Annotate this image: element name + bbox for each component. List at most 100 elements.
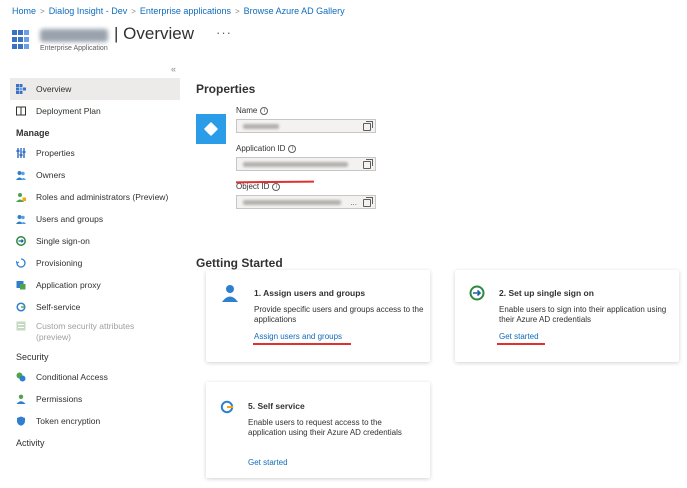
- sidebar-item-self-service[interactable]: Self-service: [10, 296, 180, 318]
- user-icon: [222, 284, 238, 307]
- application-id-field: Application ID i: [236, 144, 376, 171]
- sidebar-item-label: Single sign-on: [36, 236, 90, 246]
- breadcrumb-tenant[interactable]: Dialog Insight - Dev: [49, 6, 128, 16]
- sso-icon: [16, 236, 26, 246]
- sidebar-item-provisioning[interactable]: Provisioning: [10, 252, 180, 274]
- getting-started-heading: Getting Started: [196, 256, 283, 270]
- chevron-right-icon: >: [234, 6, 240, 16]
- copy-icon[interactable]: [363, 159, 373, 169]
- sidebar-item-single-sign-on[interactable]: Single sign-on: [10, 230, 180, 252]
- breadcrumb-home[interactable]: Home: [12, 6, 36, 16]
- collapse-sidebar-button[interactable]: «: [171, 64, 176, 74]
- card-self-service: 5. Self service Enable users to request …: [206, 382, 430, 478]
- sidebar-item-label: Provisioning: [36, 258, 83, 268]
- permissions-icon: [16, 394, 26, 404]
- self-service-icon: [16, 302, 26, 312]
- sidebar-item-label: Owners: [36, 170, 66, 180]
- annotation-underline: [497, 343, 545, 345]
- properties-icon: [16, 148, 26, 158]
- custom-attributes-icon: [16, 321, 26, 331]
- sidebar-item-label: Token encryption: [36, 416, 101, 426]
- sidebar-item-owners[interactable]: Owners: [10, 164, 180, 186]
- object-id-label: Object ID: [236, 182, 270, 191]
- card-title: 2. Set up single sign on: [499, 288, 594, 298]
- sidebar-item-token-encryption[interactable]: Token encryption: [10, 410, 180, 432]
- app-proxy-icon: [16, 280, 26, 290]
- chevron-right-icon: >: [40, 6, 45, 16]
- info-icon[interactable]: i: [288, 144, 297, 153]
- page-header: | Overview ··· Enterprise Application: [12, 24, 232, 52]
- sidebar-item-permissions[interactable]: Permissions: [10, 388, 180, 410]
- owners-icon: [16, 170, 26, 180]
- section-security: Security: [16, 352, 49, 362]
- enterprise-app-icon: [12, 30, 32, 50]
- redacted-value: [243, 124, 279, 129]
- card-description: Enable users to request access to the ap…: [248, 418, 402, 437]
- copy-icon[interactable]: [363, 197, 373, 207]
- sidebar-item-label: Self-service: [36, 302, 81, 312]
- more-options-button[interactable]: ···: [216, 25, 232, 40]
- sidebar-item-deployment-plan[interactable]: Deployment Plan: [10, 100, 180, 122]
- sidebar-item-sublabel: (preview): [36, 332, 71, 342]
- object-id-field: Object ID i ...: [236, 182, 376, 209]
- sso-get-started-link[interactable]: Get started: [499, 332, 539, 341]
- sidebar-item-properties[interactable]: Properties: [10, 142, 180, 164]
- card-title: 5. Self service: [248, 401, 305, 411]
- main-content: Properties Name i Application ID i Objec…: [196, 82, 676, 270]
- users-icon: [16, 214, 26, 224]
- name-value-box[interactable]: [236, 119, 376, 133]
- page-subtitle: Enterprise Application: [40, 45, 108, 52]
- sidebar-item-conditional-access[interactable]: Conditional Access: [10, 366, 180, 388]
- conditional-access-icon: [16, 372, 26, 382]
- info-icon[interactable]: i: [272, 182, 281, 191]
- ellipsis: ...: [350, 198, 357, 207]
- page-title: | Overview: [114, 24, 194, 43]
- card-single-sign-on: 2. Set up single sign on Enable users to…: [455, 270, 679, 362]
- sidebar-item-overview[interactable]: Overview: [10, 78, 180, 100]
- card-description: Provide specific users and groups access…: [254, 305, 424, 324]
- sidebar-item-label: Users and groups: [36, 214, 104, 224]
- sidebar-item-label: Permissions: [36, 394, 83, 404]
- shield-icon: [16, 416, 26, 426]
- card-assign-users: 1. Assign users and groups Provide speci…: [206, 270, 430, 362]
- sidebar-item-custom-security-attributes: Custom security attributes (preview): [10, 318, 180, 346]
- object-id-value-box[interactable]: ...: [236, 195, 376, 209]
- redacted-value: [243, 200, 341, 205]
- info-icon[interactable]: i: [260, 106, 269, 115]
- sso-icon: [469, 285, 485, 306]
- self-service-icon: [220, 400, 234, 419]
- sidebar-item-label: Conditional Access: [36, 372, 108, 382]
- name-field: Name i: [236, 106, 376, 133]
- properties-heading: Properties: [196, 82, 256, 96]
- redacted-value: [243, 162, 348, 167]
- overview-grid-icon: [16, 84, 26, 94]
- breadcrumb-enterprise-apps[interactable]: Enterprise applications: [140, 6, 231, 16]
- sidebar-item-label: Deployment Plan: [36, 106, 101, 116]
- sidebar-item-label: Roles and administrators (Preview): [36, 192, 169, 202]
- sidebar-item-label: Properties: [36, 148, 75, 158]
- assign-users-link[interactable]: Assign users and groups: [254, 332, 342, 341]
- sidebar-item-application-proxy[interactable]: Application proxy: [10, 274, 180, 296]
- sidebar: Overview Deployment Plan Manage Properti…: [10, 78, 180, 452]
- application-id-label: Application ID: [236, 144, 286, 153]
- roles-icon: [16, 192, 26, 202]
- app-cube-icon: [196, 114, 226, 144]
- breadcrumb: Home > Dialog Insight - Dev > Enterprise…: [12, 6, 345, 16]
- sidebar-item-label: Application proxy: [36, 280, 101, 290]
- card-title: 1. Assign users and groups: [254, 288, 366, 298]
- breadcrumb-gallery[interactable]: Browse Azure AD Gallery: [244, 6, 345, 16]
- sidebar-item-users-and-groups[interactable]: Users and groups: [10, 208, 180, 230]
- section-manage: Manage: [16, 128, 50, 138]
- chevron-right-icon: >: [131, 6, 136, 16]
- section-activity: Activity: [16, 438, 45, 448]
- provisioning-icon: [16, 258, 26, 268]
- sidebar-item-label: Custom security attributes: [36, 321, 135, 331]
- self-service-get-started-link[interactable]: Get started: [248, 458, 288, 467]
- application-id-value-box[interactable]: [236, 157, 376, 171]
- properties-panel: Name i Application ID i Object ID i ...: [196, 106, 676, 236]
- name-label: Name: [236, 106, 258, 115]
- sidebar-item-roles[interactable]: Roles and administrators (Preview): [10, 186, 180, 208]
- annotation-underline: [253, 343, 351, 345]
- card-description: Enable users to sign into their applicat…: [499, 305, 667, 324]
- copy-icon[interactable]: [363, 121, 373, 131]
